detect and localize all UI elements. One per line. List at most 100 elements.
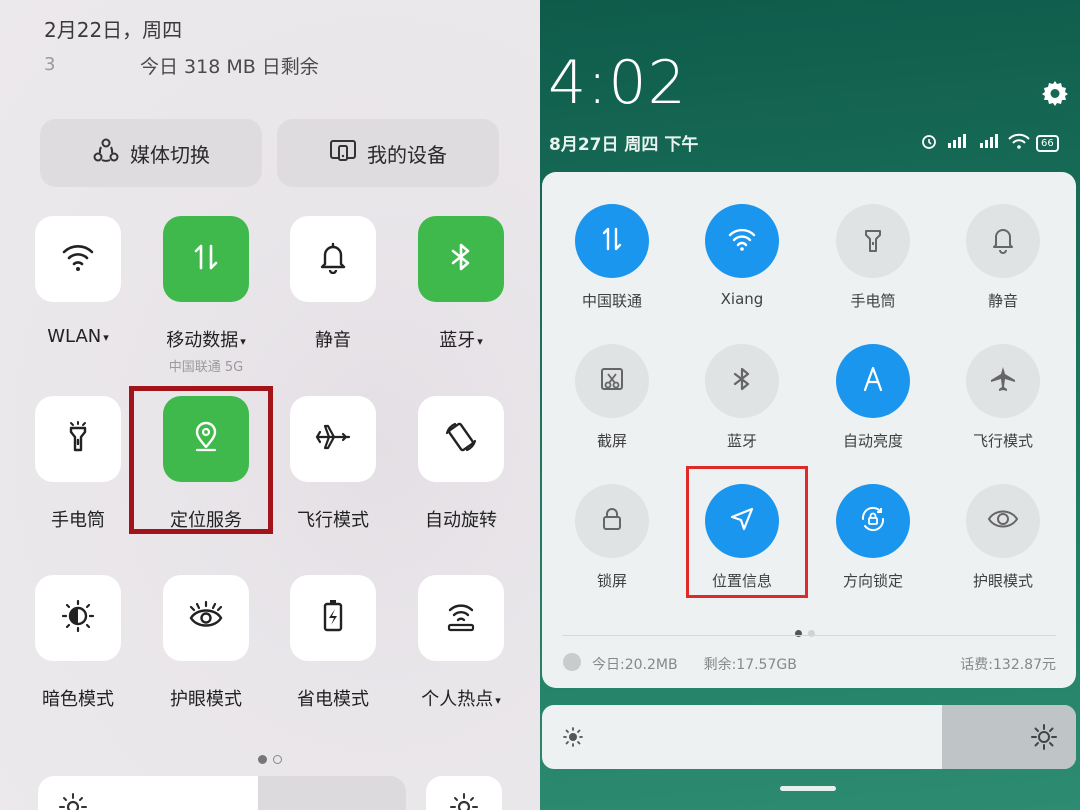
tile-flashlight[interactable]: 手电筒 xyxy=(813,204,933,311)
battery-icon: 66 xyxy=(1036,134,1059,152)
tile-airplane[interactable]: 飞行模式 xyxy=(278,396,388,532)
my-devices-button[interactable]: 我的设备 xyxy=(277,119,499,187)
tile-mobile-data-label: 移动数据 xyxy=(166,330,239,351)
highlight-box-location xyxy=(129,386,273,534)
tile-wifi-label: Xiang xyxy=(720,290,764,308)
tile-dark-mode-button[interactable] xyxy=(35,575,121,661)
auto-brightness-button[interactable] xyxy=(426,776,502,810)
tile-bluetooth-button[interactable] xyxy=(705,344,779,418)
tile-rotation-lock-button[interactable] xyxy=(836,484,910,558)
tile-power-saving-button[interactable] xyxy=(290,575,376,661)
carrier-subtitle: 中国联通 5G xyxy=(168,360,244,375)
chevron-down-icon[interactable]: ▾ xyxy=(477,335,483,348)
media-switch-icon xyxy=(92,137,130,170)
tile-flashlight-label: 手电筒 xyxy=(51,510,105,531)
tile-flashlight[interactable]: 手电筒 xyxy=(23,396,133,532)
tile-silent-label: 静音 xyxy=(315,330,351,351)
tile-silent-button[interactable] xyxy=(966,204,1040,278)
tile-silent[interactable]: 静音 xyxy=(278,216,388,352)
tile-screenshot-button[interactable] xyxy=(575,344,649,418)
brightness-slider[interactable] xyxy=(38,776,406,810)
tile-lock-screen-button[interactable] xyxy=(575,484,649,558)
chevron-down-icon[interactable]: ▾ xyxy=(495,694,501,707)
tile-bluetooth[interactable]: 蓝牙 xyxy=(682,344,802,451)
data-remaining: 剩余:17.57GB xyxy=(703,657,797,673)
tile-mobile-data-button[interactable] xyxy=(575,204,649,278)
drag-handle[interactable] xyxy=(780,786,836,791)
tile-bluetooth[interactable]: 蓝牙 ▾ xyxy=(406,216,516,352)
tile-wifi[interactable]: Xiang xyxy=(682,204,802,308)
tile-rotation-lock[interactable]: 方向锁定 xyxy=(813,484,933,591)
tile-mobile-data[interactable]: 移动数据 ▾ 中国联通 5G xyxy=(151,216,261,375)
tile-eye-comfort-button[interactable] xyxy=(163,575,249,661)
tile-eye-comfort-label: 护眼模式 xyxy=(972,572,1033,590)
hotspot-icon xyxy=(443,598,479,638)
chevron-down-icon[interactable]: ▾ xyxy=(103,331,109,344)
tile-mobile-data-button[interactable] xyxy=(163,216,249,302)
tile-airplane-label: 飞行模式 xyxy=(297,510,369,531)
date-text: 2月22日，周四 xyxy=(44,18,183,42)
chevron-down-icon[interactable]: ▾ xyxy=(240,335,246,348)
tile-hotspot-button[interactable] xyxy=(418,575,504,661)
tile-auto-rotate-label: 自动旋转 xyxy=(425,510,497,531)
my-device-icon xyxy=(329,137,367,170)
tile-screenshot[interactable]: 截屏 xyxy=(552,344,672,451)
tile-dark-mode-label: 暗色模式 xyxy=(42,689,114,710)
auto-brightness-icon xyxy=(858,364,888,398)
data-usage-text: 今日 318 MB 日剩余 xyxy=(140,56,319,78)
tile-auto-brightness-label: 自动亮度 xyxy=(842,432,903,450)
tile-power-saving-label: 省电模式 xyxy=(297,689,369,710)
bluetooth-icon xyxy=(727,364,757,398)
tile-auto-rotate-button[interactable] xyxy=(418,396,504,482)
page-dot-active xyxy=(258,755,267,764)
tile-airplane-button[interactable] xyxy=(290,396,376,482)
tile-airplane-label: 飞行模式 xyxy=(972,432,1033,450)
bell-icon xyxy=(316,240,350,278)
bell-icon xyxy=(988,224,1018,258)
date-text: 8月27日 周四 下午 xyxy=(549,135,699,155)
flashlight-icon xyxy=(858,224,888,258)
tile-wlan[interactable]: WLAN ▾ xyxy=(23,216,133,347)
mobile-data-icon xyxy=(597,224,627,258)
page-indicator xyxy=(255,749,285,768)
tile-bluetooth-button[interactable] xyxy=(418,216,504,302)
tile-airplane-button[interactable] xyxy=(966,344,1040,418)
tile-mobile-data[interactable]: 中国联通 xyxy=(552,204,672,311)
page-indicator xyxy=(792,622,818,641)
alarm-icon xyxy=(920,132,938,154)
gear-icon[interactable] xyxy=(1040,78,1070,112)
tile-wlan-button[interactable] xyxy=(35,216,121,302)
tile-flashlight-label: 手电筒 xyxy=(850,292,896,310)
rotation-lock-icon xyxy=(857,503,889,539)
tile-flashlight-button[interactable] xyxy=(836,204,910,278)
wifi-icon xyxy=(61,240,95,278)
sun-large-icon xyxy=(1030,723,1058,755)
tile-auto-rotate[interactable]: 自动旋转 xyxy=(406,396,516,532)
tile-silent-button[interactable] xyxy=(290,216,376,302)
data-usage-prefix: 3 xyxy=(44,54,56,75)
tile-wlan-label: WLAN xyxy=(47,326,102,347)
left-control-center: 2月22日，周四 3 今日 318 MB 日剩余 媒体切换 我的设备 WLAN ▾… xyxy=(0,0,540,810)
tile-eye-comfort[interactable]: 护眼模式 xyxy=(943,484,1063,591)
tile-auto-brightness[interactable]: 自动亮度 xyxy=(813,344,933,451)
media-switch-button[interactable]: 媒体切换 xyxy=(40,119,262,187)
tile-airplane[interactable]: 飞行模式 xyxy=(943,344,1063,451)
tile-silent-label: 静音 xyxy=(987,292,1018,310)
tile-hotspot[interactable]: 个人热点 ▾ xyxy=(406,575,516,711)
tile-dark-mode[interactable]: 暗色模式 xyxy=(23,575,133,711)
highlight-box-location xyxy=(686,466,808,598)
tile-bluetooth-label: 蓝牙 xyxy=(726,432,757,450)
tile-auto-brightness-button[interactable] xyxy=(836,344,910,418)
tile-wifi-button[interactable] xyxy=(705,204,779,278)
wifi-icon xyxy=(727,224,757,258)
my-devices-label: 我的设备 xyxy=(367,142,447,167)
brightness-slider[interactable] xyxy=(542,705,1076,769)
tile-eye-comfort-button[interactable] xyxy=(966,484,1040,558)
media-switch-label: 媒体切换 xyxy=(130,142,210,167)
tile-lock-screen[interactable]: 锁屏 xyxy=(552,484,672,591)
tile-power-saving[interactable]: 省电模式 xyxy=(278,575,388,711)
tile-eye-comfort[interactable]: 护眼模式 xyxy=(151,575,261,711)
tile-screenshot-label: 截屏 xyxy=(596,432,627,450)
tile-silent[interactable]: 静音 xyxy=(943,204,1063,311)
tile-flashlight-button[interactable] xyxy=(35,396,121,482)
